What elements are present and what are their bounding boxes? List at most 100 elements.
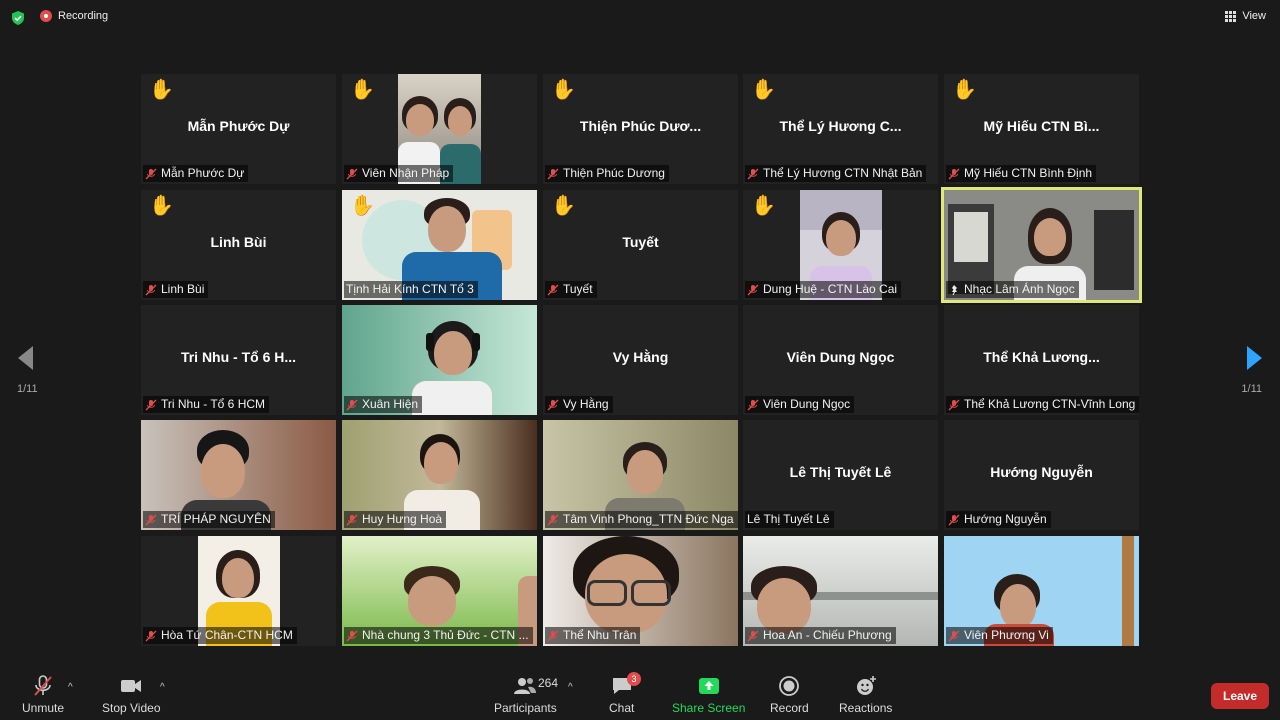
record-button[interactable]: Record: [770, 674, 809, 715]
raised-hand-icon: ✋: [952, 79, 977, 101]
participant-name-label: Viên Phương Vi: [946, 627, 1053, 644]
previous-page-arrow-icon[interactable]: [18, 346, 33, 370]
audio-options-caret-icon[interactable]: ^: [68, 682, 73, 693]
participant-tile[interactable]: Tri Nhu - Tổ 6 H... Tri Nhu - Tổ 6 HCM: [141, 305, 336, 415]
participant-name-label: Nhà chung 3 Thủ Đức - CTN ...: [344, 627, 533, 644]
participant-name-label: Tuyết: [545, 281, 597, 298]
muted-mic-icon: [547, 630, 559, 641]
participant-name-label: Nhạc Lâm Ánh Ngọc: [946, 281, 1079, 298]
participant-name-label: Huy Hưng Hoà: [344, 511, 447, 528]
participant-display-name: Thiện Phúc Dươ...: [579, 118, 702, 134]
participant-tile[interactable]: ✋ Dung Huệ - CTN Lào Cai: [743, 190, 938, 300]
encryption-shield-icon[interactable]: [10, 10, 26, 26]
pin-icon: [952, 284, 957, 295]
participant-tile[interactable]: Hoa An - Chiếu Phương: [743, 536, 938, 646]
muted-mic-icon: [145, 514, 157, 525]
chat-unread-badge: 3: [627, 672, 641, 686]
share-screen-button[interactable]: Share Screen: [672, 674, 745, 715]
muted-mic-icon: [547, 168, 559, 179]
participants-count: 264: [538, 676, 559, 690]
muted-mic-icon: [346, 168, 358, 179]
participant-tile[interactable]: ✋ Mẫn Phước Dự Mẫn Phước Dự: [141, 74, 336, 184]
participant-tile[interactable]: ✋ Tuyết Tuyết: [543, 190, 738, 300]
raised-hand-icon: ✋: [751, 195, 776, 217]
participant-display-name: Mỹ Hiếu CTN Bì...: [983, 118, 1100, 134]
participant-tile[interactable]: Huy Hưng Hoà: [342, 420, 537, 530]
unmute-button[interactable]: Unmute: [22, 674, 64, 715]
participant-name-label: Viên Dung Ngọc: [745, 396, 855, 413]
participant-name-label: Hòa Tứ Chân-CTN HCM: [143, 627, 297, 644]
reactions-button[interactable]: Reactions: [839, 674, 892, 715]
participant-tile[interactable]: ✋ Linh Bùi Linh Bùi: [141, 190, 336, 300]
participant-display-name: Mẫn Phước Dự: [187, 118, 290, 134]
participants-options-caret-icon[interactable]: ^: [568, 682, 573, 693]
muted-mic-icon: [547, 399, 559, 410]
record-icon: [779, 676, 800, 696]
page-indicator-right: 1/11: [1241, 383, 1262, 395]
participant-tile[interactable]: TRÍ PHÁP NGUYÊN: [141, 420, 336, 530]
participants-button[interactable]: 264 Participants: [494, 674, 559, 715]
video-options-caret-icon[interactable]: ^: [160, 682, 165, 693]
participant-display-name: Vy Hằng: [612, 349, 669, 365]
recording-dot-icon: [40, 10, 52, 22]
raised-hand-icon: ✋: [149, 195, 174, 217]
raised-hand-icon: ✋: [551, 195, 576, 217]
participant-name-label: Lê Thị Tuyết Lê: [745, 511, 834, 528]
raised-hand-icon: ✋: [551, 79, 576, 101]
participant-name-label: Thể Khả Lương CTN-Vĩnh Long: [946, 396, 1139, 413]
participant-name-label: Xuân Hiện: [344, 396, 423, 413]
muted-mic-icon: [747, 168, 759, 179]
participant-name-label: Thể Lý Hương CTN Nhật Bản: [745, 165, 927, 182]
participant-tile[interactable]: Xuân Hiện: [342, 305, 537, 415]
participant-display-name: Hướng Nguyễn: [990, 464, 1093, 480]
muted-mic-icon: [747, 284, 759, 295]
participant-tile[interactable]: ✋ Viên Nhận Pháp: [342, 74, 537, 184]
muted-mic-icon: [145, 399, 157, 410]
muted-mic-icon: [948, 514, 960, 525]
participant-display-name: Tuyết: [622, 234, 659, 250]
participant-tile[interactable]: Nhà chung 3 Thủ Đức - CTN ...: [342, 536, 537, 646]
participant-display-name: Thể Khả Lương...: [983, 349, 1100, 365]
muted-mic-icon: [547, 514, 559, 525]
participant-display-name: Viên Dung Ngọc: [786, 349, 895, 365]
video-camera-icon: [121, 680, 142, 692]
muted-mic-icon: [145, 284, 157, 295]
chat-button[interactable]: 3 Chat: [609, 672, 641, 715]
participant-display-name: Linh Bùi: [210, 234, 267, 250]
participant-tile[interactable]: ✋ Tịnh Hải Kính CTN Tổ 3: [342, 190, 537, 300]
participant-tile[interactable]: Viên Phương Vi: [944, 536, 1139, 646]
muted-mic-icon: [346, 630, 358, 641]
participant-tile[interactable]: Hòa Tứ Chân-CTN HCM: [141, 536, 336, 646]
stop-video-button[interactable]: Stop Video: [102, 674, 161, 715]
participant-display-name: Tri Nhu - Tổ 6 H...: [180, 349, 297, 365]
participant-name-label: Viên Nhận Pháp: [344, 165, 454, 182]
participant-tile[interactable]: Hướng Nguyễn Hướng Nguyễn: [944, 420, 1139, 530]
participants-icon: [514, 678, 537, 694]
participant-name-label: Tịnh Hải Kính CTN Tổ 3: [344, 281, 478, 298]
raised-hand-icon: ✋: [751, 79, 776, 101]
share-screen-icon: [698, 678, 719, 694]
participant-tile[interactable]: Vy Hằng Vy Hằng: [543, 305, 738, 415]
view-label: View: [1242, 10, 1266, 22]
participant-tile[interactable]: Tâm Vinh Phong_TTN Đức Nga: [543, 420, 738, 530]
participant-tile[interactable]: ✋ Mỹ Hiếu CTN Bì... Mỹ Hiếu CTN Bình Địn…: [944, 74, 1139, 184]
leave-button[interactable]: Leave: [1211, 683, 1269, 709]
participant-tile[interactable]: ✋ Thể Lý Hương C... Thể Lý Hương CTN Nhậ…: [743, 74, 938, 184]
recording-indicator[interactable]: Recording: [40, 10, 108, 22]
active-speaker-tile[interactable]: Nhạc Lâm Ánh Ngọc: [941, 187, 1142, 303]
next-page-arrow-icon[interactable]: [1247, 346, 1262, 370]
raised-hand-icon: ✋: [350, 79, 375, 101]
muted-mic-icon: [346, 514, 358, 525]
view-button[interactable]: View: [1225, 10, 1266, 22]
muted-mic-icon: [145, 168, 157, 179]
participant-tile[interactable]: Viên Dung Ngọc Viên Dung Ngọc: [743, 305, 938, 415]
participant-tile[interactable]: Thể Khả Lương... Thể Khả Lương CTN-Vĩnh …: [944, 305, 1139, 415]
participant-tile[interactable]: ✋ Thiện Phúc Dươ... Thiện Phúc Dương: [543, 74, 738, 184]
participant-tile[interactable]: Thể Nhu Trân: [543, 536, 738, 646]
participant-name-label: Tri Nhu - Tổ 6 HCM: [143, 396, 270, 413]
muted-mic-icon: [346, 399, 358, 410]
participant-tile[interactable]: Lê Thị Tuyết Lê Lê Thị Tuyết Lê: [743, 420, 938, 530]
smiley-plus-icon: [856, 676, 876, 695]
muted-mic-icon: [747, 399, 759, 410]
muted-mic-icon: [747, 630, 759, 641]
